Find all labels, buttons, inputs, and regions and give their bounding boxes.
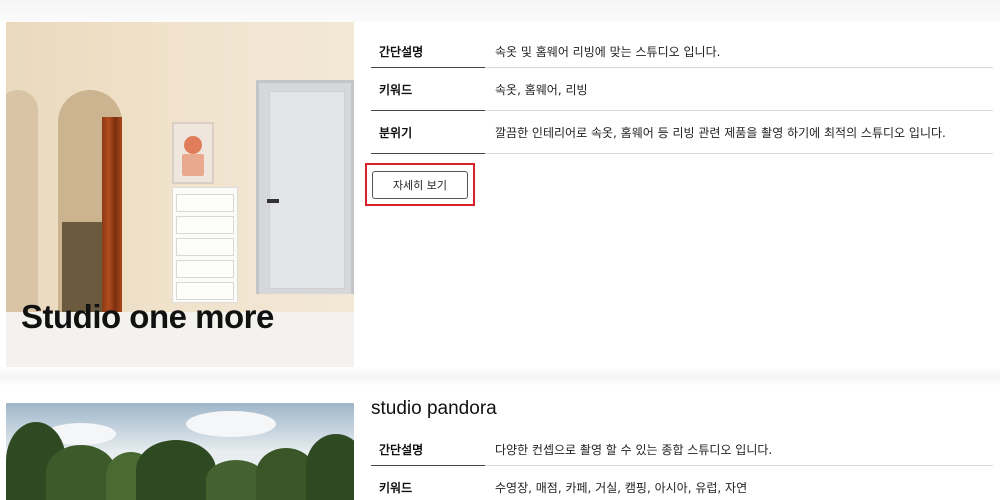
info-label: 키워드 <box>371 466 485 500</box>
curtain <box>102 117 122 317</box>
studio-one-more-info: 간단설명 속옷 및 홈웨어 리빙에 맞는 스튜디오 입니다. 키워드 속옷, 홈… <box>371 36 993 154</box>
door-handle <box>267 199 279 203</box>
info-row-description: 간단설명 속옷 및 홈웨어 리빙에 맞는 스튜디오 입니다. <box>371 36 993 68</box>
info-value: 수영장, 매점, 카페, 거실, 캠핑, 아시아, 유럽, 자연 <box>485 466 993 500</box>
top-shadow <box>0 0 1000 22</box>
wall-art-shape <box>182 154 204 176</box>
info-value: 다양한 컨셉으로 촬영 할 수 있는 종합 스튜디오 입니다. <box>485 434 993 466</box>
tree <box>306 434 354 500</box>
info-label: 키워드 <box>371 68 485 111</box>
info-row-mood: 분위기 깔끔한 인테리어로 속옷, 홈웨어 등 리빙 관련 제품을 촬영 하기에… <box>371 111 993 154</box>
studio-pandora-info: studio pandora 간단설명 다양한 컨셉으로 촬영 할 수 있는 종… <box>371 398 993 500</box>
drawer <box>176 260 234 278</box>
info-value: 깔끔한 인테리어로 속옷, 홈웨어 등 리빙 관련 제품을 촬영 하기에 최적의… <box>485 111 993 154</box>
info-value: 속옷 및 홈웨어 리빙에 맞는 스튜디오 입니다. <box>485 36 993 68</box>
wall-art-sun <box>184 136 202 154</box>
info-label: 분위기 <box>371 111 485 154</box>
info-row-keywords: 키워드 수영장, 매점, 카페, 거실, 캠핑, 아시아, 유럽, 자연 <box>371 466 993 500</box>
studio-one-more-image[interactable]: Studio one more <box>6 22 354 367</box>
info-label: 간단설명 <box>371 434 485 466</box>
drawer <box>176 238 234 256</box>
detail-button-highlight: 자세히 보기 <box>365 163 475 206</box>
studio-image-caption: Studio one more <box>21 298 274 335</box>
dresser <box>172 187 238 303</box>
info-label: 간단설명 <box>371 36 485 68</box>
info-value: 속옷, 홈웨어, 리빙 <box>485 68 993 111</box>
arch-left <box>6 90 38 316</box>
tree <box>136 440 216 500</box>
wall-art <box>172 122 214 184</box>
studio-name: studio pandora <box>371 398 497 419</box>
door-panel <box>269 91 345 289</box>
view-details-button[interactable]: 자세히 보기 <box>372 171 468 199</box>
studio-pandora-image[interactable] <box>6 403 354 500</box>
door <box>256 80 354 294</box>
info-row-description: 간단설명 다양한 컨셉으로 촬영 할 수 있는 종합 스튜디오 입니다. <box>371 434 993 466</box>
drawer <box>176 194 234 212</box>
section-divider <box>0 367 1000 387</box>
cloud <box>186 411 276 437</box>
drawer <box>176 216 234 234</box>
info-row-keywords: 키워드 속옷, 홈웨어, 리빙 <box>371 68 993 111</box>
